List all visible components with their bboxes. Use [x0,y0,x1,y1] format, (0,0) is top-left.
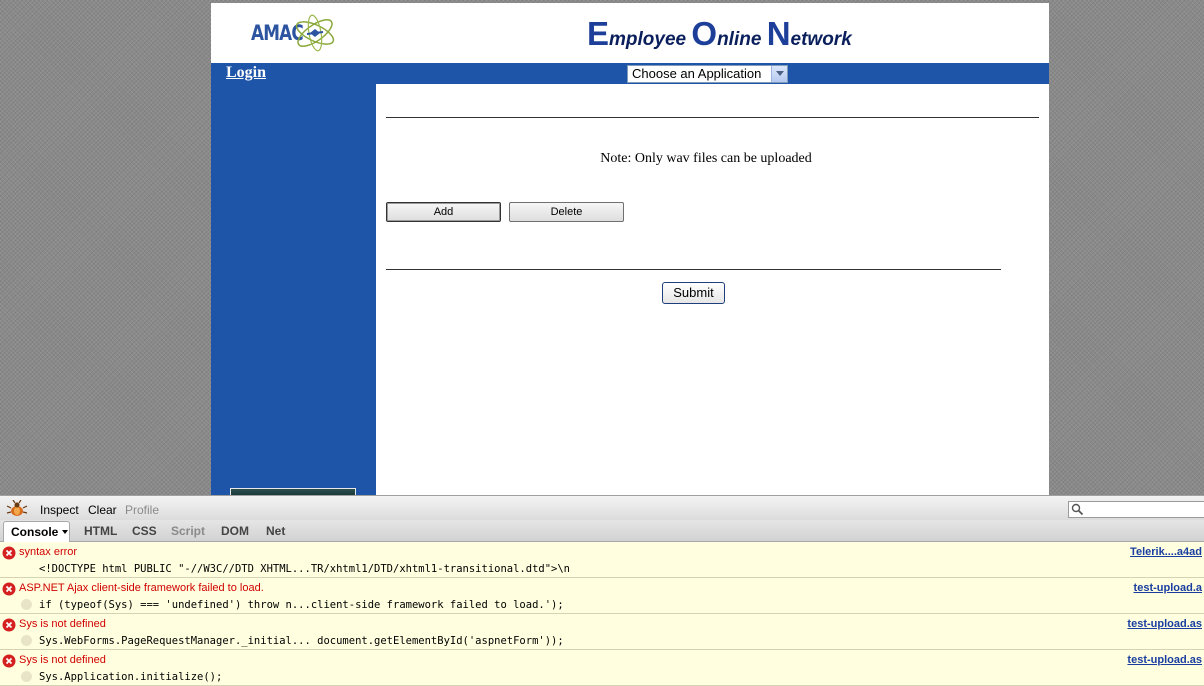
site-title: Employee Online Network [587,15,852,52]
breakpoint-toggle[interactable] [21,599,32,610]
breakpoint-toggle[interactable] [21,671,32,682]
upload-note: Note: Only wav files can be uploaded [600,151,812,166]
divider-bottom [386,269,1001,270]
sidebar-image [230,488,356,495]
header: AMAC Employee Online Network [211,3,1049,63]
inspect-button[interactable]: Inspect [40,503,79,517]
log-code: Sys.WebForms.PageRequestManager._initial… [39,635,564,647]
breakpoint-toggle[interactable] [21,635,32,646]
firebug-panel: Inspect Clear Profile Console HTML CSS S… [0,495,1204,686]
tab-net[interactable]: Net [266,524,285,538]
log-source-link[interactable]: Telerik....a4ad [1130,546,1202,558]
log-code: Sys.Application.initialize(); [39,671,223,683]
log-message: ASP.NET Ajax client-side framework faile… [19,582,264,594]
log-message: syntax error [19,546,78,558]
search-input[interactable] [1068,501,1204,518]
divider-top [386,117,1039,118]
log-source-link[interactable]: test-upload.a [1134,582,1202,594]
log-message: Sys is not defined [19,618,106,630]
log-source-link[interactable]: test-upload.as [1127,654,1202,666]
log-code: if (typeof(Sys) === 'undefined') throw n… [39,599,564,611]
upload-form: Note: Only wav files can be uploaded Add… [376,84,1049,495]
application-select-value: Choose an Application [632,66,762,81]
tab-script[interactable]: Script [171,524,205,538]
firebug-tabs: Console HTML CSS Script DOM Net [0,520,1204,542]
application-select[interactable]: Choose an Application [627,65,788,83]
amac-logo[interactable]: AMAC [249,11,341,57]
nav-bar: Login Choose an Application [211,63,1049,84]
firebug-bug-icon[interactable] [6,500,28,518]
clear-button[interactable]: Clear [88,503,117,517]
log-source-link[interactable]: test-upload.as [1127,618,1202,630]
tab-css[interactable]: CSS [132,524,157,538]
error-icon [2,582,16,596]
log-code: <!DOCTYPE html PUBLIC "-//W3C//DTD XHTML… [39,563,571,575]
atom-logo-icon [295,14,335,52]
delete-button[interactable]: Delete [509,202,624,222]
login-link[interactable]: Login [226,64,266,82]
error-icon [2,618,16,632]
tab-dom[interactable]: DOM [221,524,249,538]
log-message: Sys is not defined [19,654,106,666]
log-entry: Sys is not defined test-upload.as Sys.Ap… [0,650,1204,686]
log-entry: Sys is not defined test-upload.as Sys.We… [0,614,1204,650]
console-log: syntax error Telerik....a4ad <!DOCTYPE h… [0,542,1204,686]
add-button[interactable]: Add [386,202,501,222]
log-entry: syntax error Telerik....a4ad <!DOCTYPE h… [0,542,1204,578]
chevron-down-icon[interactable] [771,66,787,82]
tab-console[interactable]: Console [3,521,70,542]
profile-button[interactable]: Profile [125,503,159,517]
search-icon [1071,503,1084,516]
firebug-toolbar: Inspect Clear Profile [0,495,1204,520]
error-icon [2,654,16,668]
submit-button[interactable]: Submit [662,282,725,304]
chevron-down-icon [62,530,69,534]
sidebar [211,84,376,495]
log-entry: ASP.NET Ajax client-side framework faile… [0,578,1204,614]
web-page: AMAC Employee Online Network Login Choos… [211,3,1049,495]
error-icon [2,546,16,560]
tab-html[interactable]: HTML [84,524,117,538]
